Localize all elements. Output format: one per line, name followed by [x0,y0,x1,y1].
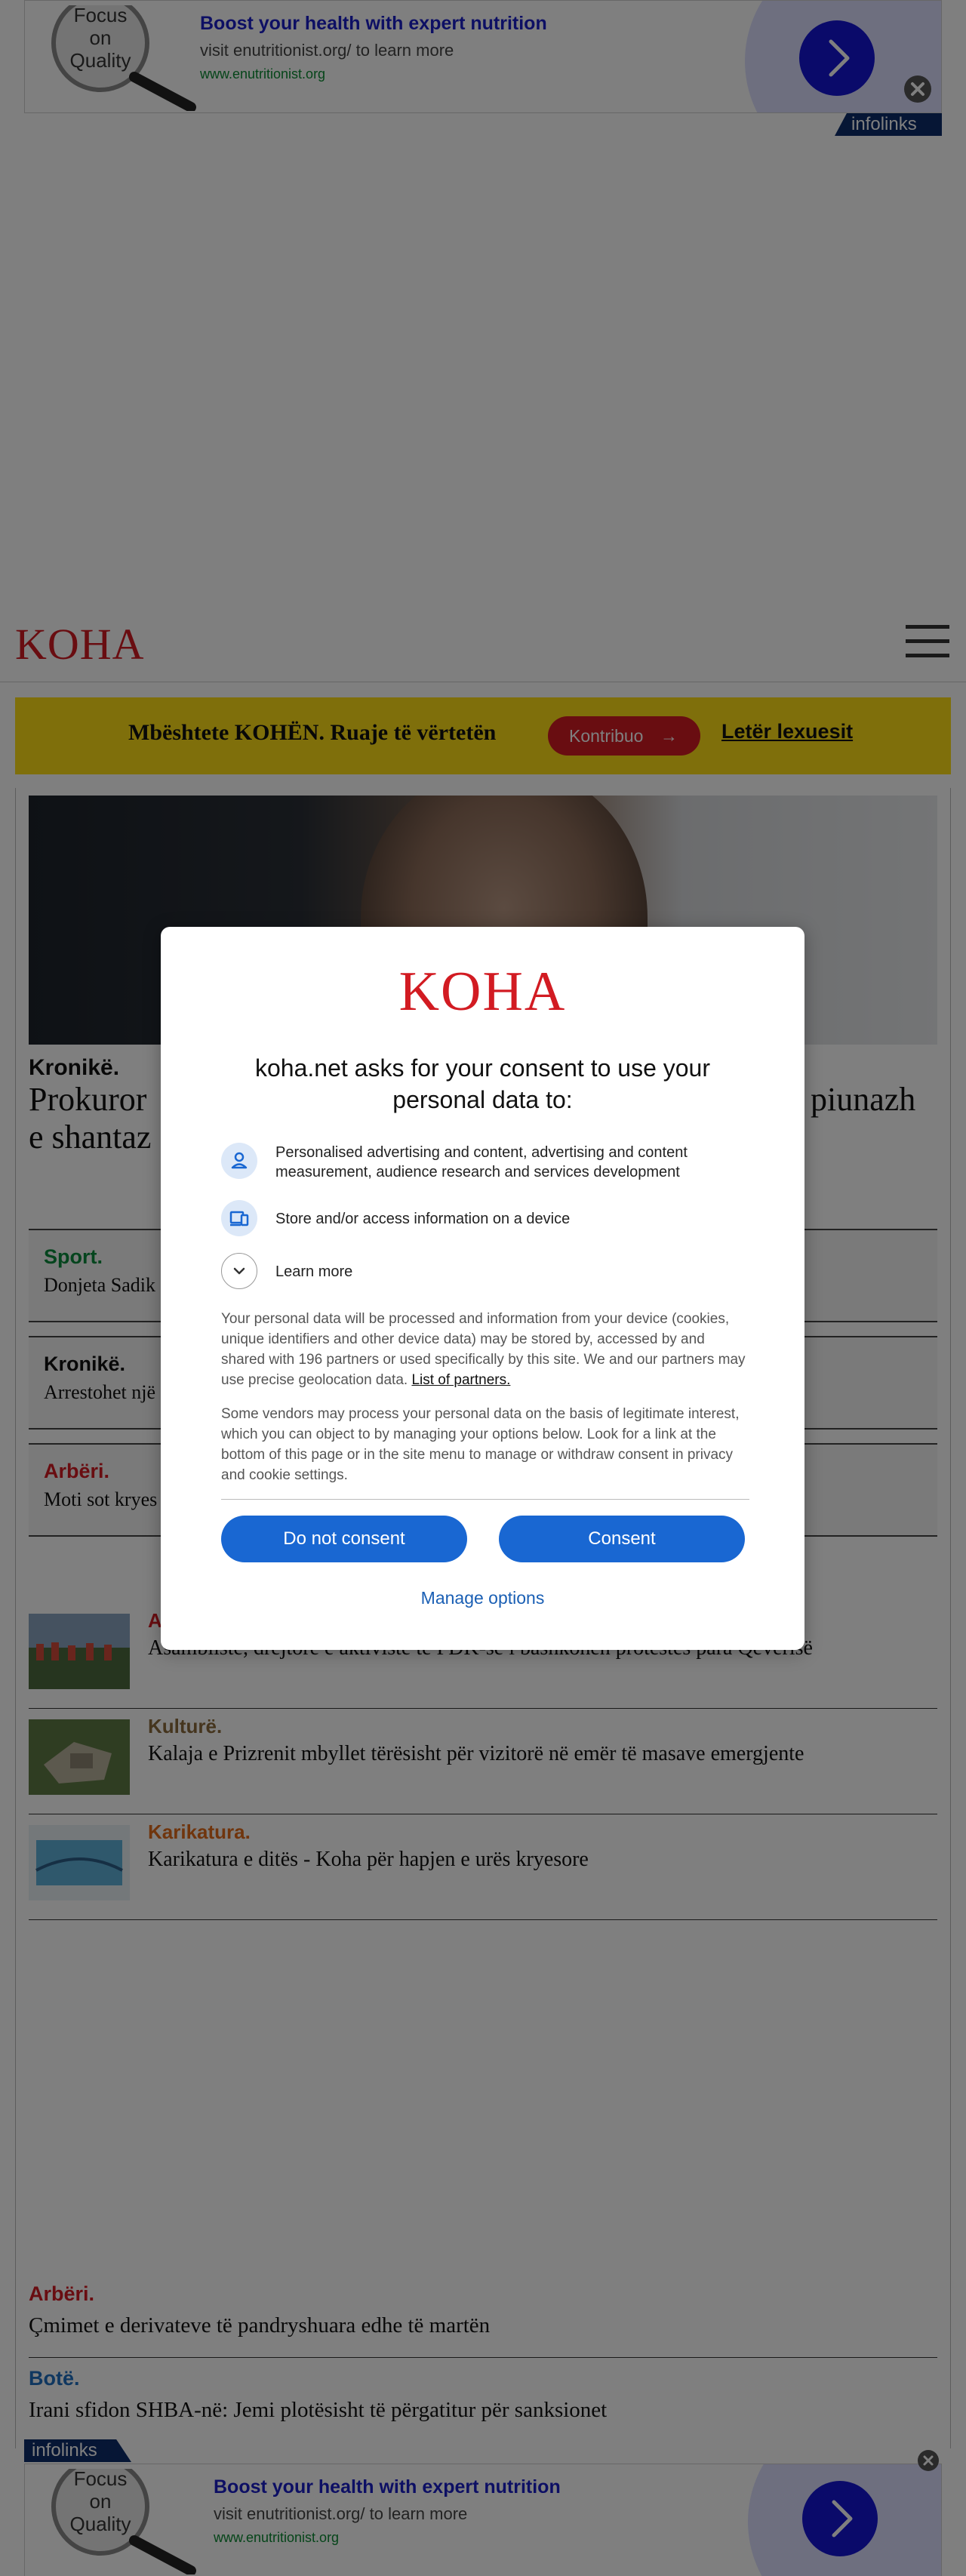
consent-paragraph-2: Some vendors may process your personal d… [221,1406,740,1483]
consent-button[interactable]: Consent [499,1516,745,1562]
learn-more-label[interactable]: Learn more [275,1262,751,1282]
learn-more-toggle[interactable]: Learn more [221,1253,749,1289]
person-icon [221,1143,257,1179]
consent-logo: KOHA [398,961,567,1023]
purpose-label: Personalised advertising and content, ad… [275,1144,688,1180]
purpose-device-storage: Store and/or access information on a dev… [221,1200,749,1236]
do-not-consent-button[interactable]: Do not consent [221,1516,467,1562]
purpose-personalised-ads: Personalised advertising and content, ad… [221,1143,749,1182]
chevron-down-icon[interactable] [221,1253,257,1289]
manage-options-link[interactable]: Manage options [161,1588,804,1608]
divider [221,1499,749,1500]
consent-paragraph-1: Your personal data will be processed and… [221,1309,749,1390]
purpose-label: Store and/or access information on a dev… [275,1211,571,1227]
consent-title: koha.net asks for your consent to use yo… [255,1054,710,1113]
consent-dialog: KOHA koha.net asks for your consent to u… [161,927,804,1650]
device-icon [221,1200,257,1236]
partners-link[interactable]: List of partners. [411,1372,510,1388]
